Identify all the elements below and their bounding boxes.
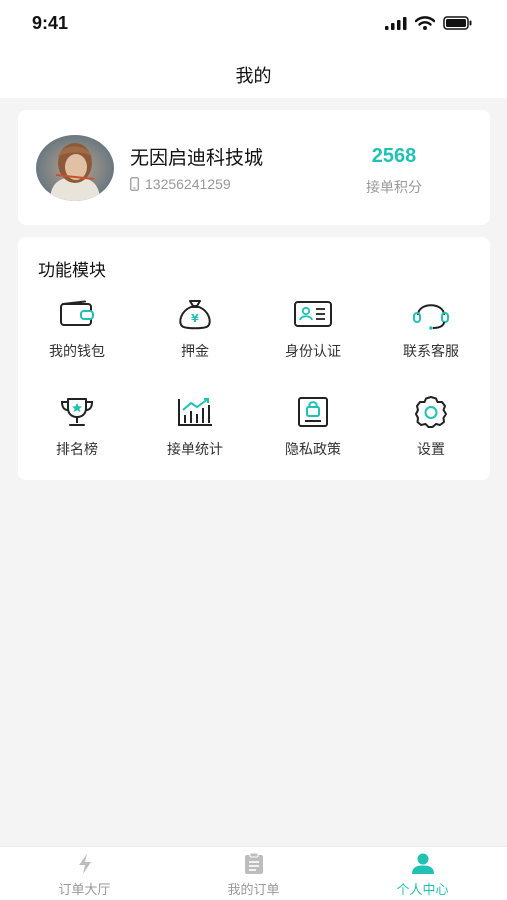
module-item-ranking[interactable]: 排名榜 xyxy=(18,395,136,475)
module-item-id-verification[interactable]: 身份认证 xyxy=(254,297,372,395)
module-label: 排名榜 xyxy=(56,441,98,457)
avatar[interactable] xyxy=(36,135,114,201)
nav-bar: 我的 xyxy=(0,48,507,98)
person-icon xyxy=(411,853,434,874)
privacy-lock-icon xyxy=(293,395,333,429)
module-label: 我的钱包 xyxy=(49,343,105,359)
module-grid: 我的钱包 ¥ 押金 身份认证 联系客服 排名榜 接单统计 隐私政策 设置 xyxy=(18,297,490,475)
trophy-icon xyxy=(57,395,97,429)
svg-text:¥: ¥ xyxy=(191,312,199,325)
points-label: 接单积分 xyxy=(366,179,422,195)
wallet-icon xyxy=(57,297,97,331)
money-bag-icon: ¥ xyxy=(175,297,215,331)
lightning-icon xyxy=(78,854,91,874)
module-title: 功能模块 xyxy=(38,261,106,280)
tab-order-hall[interactable]: 订单大厅 xyxy=(0,847,169,900)
module-label: 联系客服 xyxy=(403,343,459,359)
chart-icon xyxy=(175,395,215,429)
module-item-settings[interactable]: 设置 xyxy=(372,395,490,475)
status-time: 9:41 xyxy=(32,13,69,33)
id-card-icon xyxy=(293,297,333,331)
module-label: 押金 xyxy=(181,343,209,359)
status-bar: 9:41 xyxy=(0,0,507,48)
headset-icon xyxy=(411,297,451,331)
module-item-contact-service[interactable]: 联系客服 xyxy=(372,297,490,395)
clipboard-icon xyxy=(244,853,263,874)
module-label: 设置 xyxy=(417,441,445,457)
phone-number: 13256241259 xyxy=(145,176,231,192)
gear-icon xyxy=(411,395,451,429)
module-label: 接单统计 xyxy=(167,441,223,457)
phone-icon xyxy=(130,177,139,191)
tab-label: 个人中心 xyxy=(396,882,449,897)
wifi-icon xyxy=(415,16,435,30)
points-value: 2568 xyxy=(371,145,417,167)
module-item-deposit[interactable]: ¥ 押金 xyxy=(136,297,254,395)
module-item-order-statistics[interactable]: 接单统计 xyxy=(136,395,254,475)
status-icons xyxy=(385,16,473,30)
battery-icon xyxy=(443,16,472,30)
tab-personal-center[interactable]: 个人中心 xyxy=(338,847,507,900)
module-label: 隐私政策 xyxy=(285,441,341,457)
tab-bar: 订单大厅 我的订单 个人中心 xyxy=(0,846,507,900)
profile-card[interactable]: 无因启迪科技城 13256241259 2568 接单积分 xyxy=(18,110,490,225)
module-label: 身份认证 xyxy=(285,343,341,359)
page-title: 我的 xyxy=(235,66,272,86)
user-name: 无因启迪科技城 xyxy=(130,148,264,169)
module-item-wallet[interactable]: 我的钱包 xyxy=(18,297,136,395)
module-item-privacy-policy[interactable]: 隐私政策 xyxy=(254,395,372,475)
tab-label: 订单大厅 xyxy=(58,882,111,897)
tab-label: 我的订单 xyxy=(227,882,280,897)
phone-row: 13256241259 xyxy=(130,176,231,192)
tab-my-orders[interactable]: 我的订单 xyxy=(169,847,338,900)
function-module-card: 功能模块 我的钱包 ¥ 押金 身份认证 联系客服 排名榜 接单统计 隐私政策 设… xyxy=(18,237,490,480)
signal-icon xyxy=(385,16,407,30)
